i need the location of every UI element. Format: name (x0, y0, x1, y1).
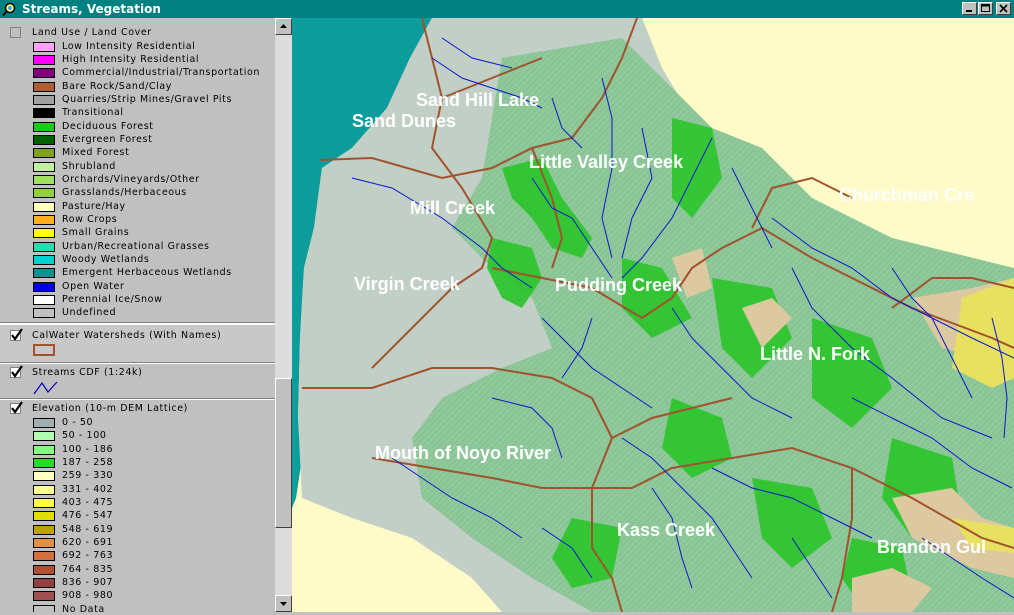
legend-swatch (33, 255, 55, 265)
theme-visibility-checkbox[interactable] (10, 401, 23, 414)
legend-swatch (33, 498, 55, 508)
legend-swatch (33, 82, 55, 92)
map-label: Virgin Creek (354, 274, 461, 294)
map-label: Little N. Fork (760, 344, 871, 364)
legend-swatch (33, 148, 55, 158)
legend-swatch (33, 215, 55, 225)
legend-swatch (33, 202, 55, 212)
legend-swatch (33, 605, 55, 612)
theme-name: Streams CDF (1:24k) (32, 367, 143, 378)
legend-swatch (33, 95, 55, 105)
legend-swatch (33, 175, 55, 185)
legend-swatch (33, 135, 55, 145)
legend-scrollbar[interactable] (275, 18, 292, 612)
theme-name: CalWater Watersheds (With Names) (32, 330, 222, 341)
window-titlebar[interactable]: Streams, Vegetation (0, 0, 1014, 18)
scroll-thumb[interactable] (275, 378, 292, 528)
legend-swatch (33, 445, 55, 455)
maximize-button[interactable] (978, 2, 993, 15)
legend-swatch (33, 458, 55, 468)
legend-swatch (33, 122, 55, 132)
maximize-icon (981, 4, 990, 12)
map-label: Sand Hill Lake (416, 90, 539, 110)
theme-visibility-checkbox[interactable] (10, 27, 21, 38)
scroll-up-button[interactable] (275, 18, 292, 35)
arrow-down-icon (280, 602, 287, 606)
minimize-button[interactable] (962, 2, 977, 15)
close-icon (999, 4, 1008, 13)
map-label: Brandon Gul (877, 537, 986, 557)
theme-divider (0, 362, 275, 364)
theme-visibility-checkbox[interactable] (10, 328, 23, 341)
theme-name: Elevation (10-m DEM Lattice) (32, 403, 188, 414)
legend-swatch (33, 42, 55, 52)
arrow-up-icon (280, 24, 287, 28)
map-label: Little Valley Creek (529, 152, 684, 172)
map-label: Mouth of Noyo River (375, 443, 551, 463)
checkmark-icon (11, 401, 23, 414)
minimize-icon (966, 10, 972, 12)
legend-swatch (33, 551, 55, 561)
map-label: Sand Dunes (352, 111, 456, 131)
map-label: Pudding Creek (555, 275, 683, 295)
legend-swatch (33, 418, 55, 428)
window-title: Streams, Vegetation (22, 2, 161, 16)
legend-swatch (33, 431, 55, 441)
legend-swatch (33, 108, 55, 118)
legend-swatch (33, 471, 55, 481)
legend-swatch (33, 268, 55, 278)
checkmark-icon (11, 328, 23, 341)
scroll-down-button[interactable] (275, 595, 292, 612)
legend-swatch (33, 162, 55, 172)
legend-swatch (33, 295, 55, 305)
map-view[interactable]: Sand Hill Lake Sand Dunes Little Valley … (292, 18, 1014, 612)
map-label: Kass Creek (617, 520, 716, 540)
legend-swatch (33, 525, 55, 535)
legend-swatch (33, 68, 55, 78)
theme-name: Land Use / Land Cover (32, 27, 152, 38)
map-label: Churchman Cre (839, 185, 974, 205)
legend-swatch (33, 565, 55, 575)
map-label: Mill Creek (410, 198, 496, 218)
legend-swatch (33, 485, 55, 495)
legend-panel: Land Use / Land Cover Low Intensity Resi… (0, 18, 275, 612)
legend-swatch (33, 308, 55, 318)
legend-swatch (33, 188, 55, 198)
checkmark-icon (11, 365, 23, 378)
legend-swatch (33, 591, 55, 601)
map-canvas[interactable]: Sand Hill Lake Sand Dunes Little Valley … (292, 18, 1014, 612)
legend-swatch (33, 578, 55, 588)
stream-line-symbol (33, 381, 58, 395)
legend-swatch (33, 538, 55, 548)
theme-visibility-checkbox[interactable] (10, 365, 23, 378)
watershed-polygon-symbol (33, 344, 55, 356)
legend-swatch (33, 511, 55, 521)
legend-swatch (33, 282, 55, 292)
close-button[interactable] (996, 2, 1011, 15)
legend-swatch (33, 228, 55, 238)
arcview-magnifier-icon (2, 1, 18, 17)
theme-divider (0, 398, 275, 400)
legend-swatch (33, 55, 55, 65)
legend-swatch (33, 242, 55, 252)
